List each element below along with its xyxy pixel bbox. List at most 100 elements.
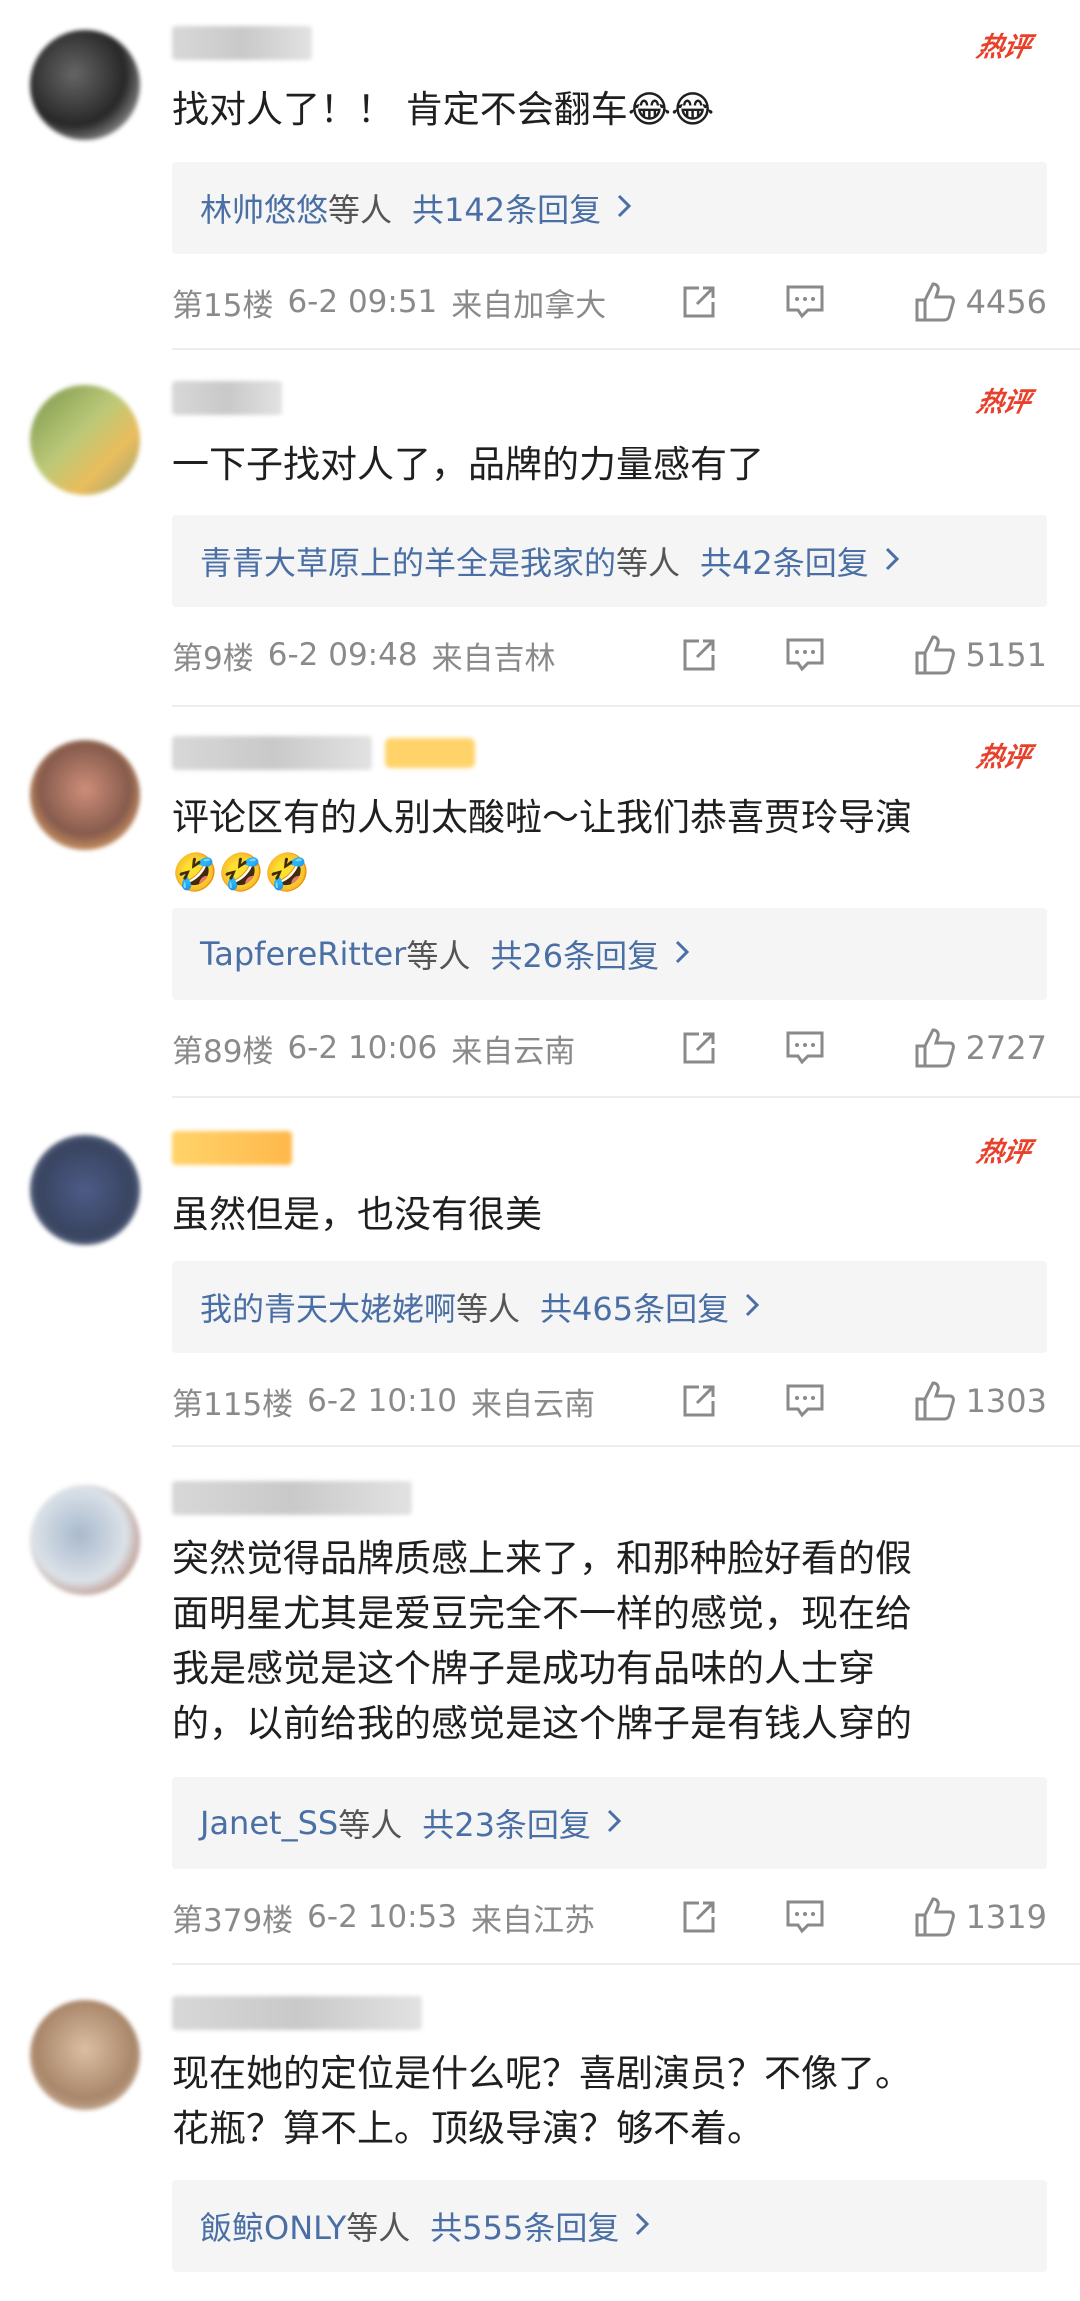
floor-number: 第89楼 <box>172 1033 274 1070</box>
comment-item: 突然觉得品牌质感上来了，和那种脸好看的假 面明星尤其是爱豆完全不一样的感觉，现在… <box>0 1455 1080 1965</box>
comment-list: 热评 找对人了！！ 肯定不会翻车😂😂 林帅悠悠 等人 共142条回复 第15楼 … <box>0 0 1080 2301</box>
comment-icon[interactable] <box>777 627 833 683</box>
username[interactable] <box>172 736 372 770</box>
avatar[interactable] <box>30 1135 140 1245</box>
username[interactable] <box>172 1481 412 1515</box>
like-count: 1319 <box>965 1898 1047 1936</box>
timestamp: 6-2 09:48 <box>267 637 418 673</box>
share-icon[interactable] <box>671 1020 727 1076</box>
location: 来自江苏 <box>471 1902 595 1939</box>
chevron-right-icon <box>673 935 691 973</box>
username[interactable] <box>172 1131 292 1165</box>
reply-users: 我的青天大姥姥啊 <box>200 1290 457 1328</box>
avatar[interactable] <box>30 2000 140 2110</box>
comment-meta: 第89楼 6-2 10:06 来自云南 2727 <box>172 1018 1047 1078</box>
reply-users: TapfereRitter <box>200 935 407 973</box>
replies-link[interactable]: 林帅悠悠 等人 共142条回复 <box>172 162 1047 254</box>
reply-count: 共142条回复 <box>412 191 602 229</box>
hot-badge: 热评 <box>974 1136 1033 1168</box>
username[interactable] <box>172 1996 422 2030</box>
chevron-right-icon <box>633 2207 651 2245</box>
reply-users: Janet_SS <box>200 1804 339 1842</box>
reply-count: 共26条回复 <box>490 937 660 975</box>
comment-text: 一下子找对人了，品牌的力量感有了 <box>172 443 764 486</box>
divider <box>172 1445 1080 1447</box>
share-icon[interactable] <box>671 1373 727 1429</box>
divider <box>172 1096 1080 1098</box>
avatar[interactable] <box>30 30 140 140</box>
avatar[interactable] <box>30 1485 140 1595</box>
share-icon[interactable] <box>671 274 727 330</box>
replies-link[interactable]: 青青大草原上的羊全是我家的 等人 共42条回复 <box>172 515 1047 607</box>
timestamp: 6-2 10:06 <box>287 1030 438 1066</box>
username[interactable] <box>172 381 282 415</box>
replies-link[interactable]: TapfereRitter 等人 共26条回复 <box>172 908 1047 1000</box>
hot-badge: 热评 <box>974 31 1033 63</box>
reply-count: 共465条回复 <box>540 1290 730 1328</box>
reply-suffix: 等人 <box>346 2209 411 2247</box>
reply-suffix: 等人 <box>328 191 393 229</box>
reply-users: 青青大草原上的羊全是我家的 <box>200 544 617 582</box>
timestamp: 6-2 10:53 <box>307 1899 457 1935</box>
like-count: 1303 <box>965 1382 1047 1420</box>
comment-text: 突然觉得品牌质感上来了，和那种脸好看的假 面明星尤其是爱豆完全不一样的感觉，现在… <box>172 1537 912 1745</box>
comment-icon[interactable] <box>777 1373 833 1429</box>
divider <box>172 705 1080 707</box>
thumbs-up-icon[interactable] <box>907 627 963 683</box>
comment-icon[interactable] <box>777 1889 833 1945</box>
comment-meta: 第379楼 6-2 10:53 来自江苏 1319 <box>172 1887 1047 1947</box>
timestamp: 6-2 09:51 <box>287 284 438 320</box>
like-count: 5151 <box>965 636 1047 674</box>
replies-link[interactable]: Janet_SS 等人 共23条回复 <box>172 1777 1047 1869</box>
location: 来自云南 <box>471 1386 595 1423</box>
divider <box>172 348 1080 350</box>
like-count: 2727 <box>965 1029 1047 1067</box>
reply-suffix: 等人 <box>338 1806 403 1844</box>
reply-suffix: 等人 <box>456 1290 521 1328</box>
thumbs-up-icon[interactable] <box>907 274 963 330</box>
comment-meta: 第115楼 6-2 10:10 来自云南 1303 <box>172 1371 1047 1431</box>
comment-text: 虽然但是，也没有很美 <box>172 1193 542 1236</box>
username[interactable] <box>172 26 312 60</box>
thumbs-up-icon[interactable] <box>907 1373 963 1429</box>
floor-number: 第379楼 <box>172 1902 294 1939</box>
reply-count: 共42条回复 <box>700 544 869 582</box>
floor-number: 第15楼 <box>172 287 274 324</box>
timestamp: 6-2 10:10 <box>307 1383 457 1419</box>
share-icon[interactable] <box>671 627 727 683</box>
replies-link[interactable]: 飯鲸ONLY 等人 共555条回复 <box>172 2180 1047 2272</box>
reply-users: 飯鲸ONLY <box>200 2209 347 2247</box>
comment-icon[interactable] <box>777 274 833 330</box>
hot-badge: 热评 <box>974 741 1033 773</box>
comment-item: 热评 一下子找对人了，品牌的力量感有了 青青大草原上的羊全是我家的 等人 共42… <box>0 355 1080 707</box>
comment-item: 现在她的定位是什么呢？喜剧演员？不像了。 花瓶？算不上。顶级导演？够不着。 飯鲸… <box>0 1970 1080 2301</box>
chevron-right-icon <box>883 542 901 580</box>
share-icon[interactable] <box>671 1889 727 1945</box>
comment-item: 热评 评论区有的人别太酸啦～让我们恭喜贾玲导演 🤣🤣🤣 TapfereRitte… <box>0 710 1080 1100</box>
comment-item: 热评 虽然但是，也没有很美 我的青天大姥姥啊 等人 共465条回复 第115楼 … <box>0 1105 1080 1450</box>
user-badge <box>385 738 475 768</box>
comment-icon[interactable] <box>777 1020 833 1076</box>
chevron-right-icon <box>743 1288 761 1326</box>
comment-item: 热评 找对人了！！ 肯定不会翻车😂😂 林帅悠悠 等人 共142条回复 第15楼 … <box>0 0 1080 350</box>
reply-count: 共23条回复 <box>422 1806 591 1844</box>
location: 来自吉林 <box>431 640 556 677</box>
comment-text: 现在她的定位是什么呢？喜剧演员？不像了。 花瓶？算不上。顶级导演？够不着。 <box>172 2052 912 2150</box>
location: 来自云南 <box>451 1033 576 1070</box>
avatar[interactable] <box>30 385 140 495</box>
chevron-right-icon <box>605 1804 623 1842</box>
reply-suffix: 等人 <box>616 544 681 582</box>
replies-link[interactable]: 我的青天大姥姥啊 等人 共465条回复 <box>172 1261 1047 1353</box>
divider <box>172 1963 1080 1965</box>
floor-number: 第115楼 <box>172 1386 294 1423</box>
location: 来自加拿大 <box>451 287 607 324</box>
avatar[interactable] <box>30 740 140 850</box>
comment-meta: 第9楼 6-2 09:48 来自吉林 5151 <box>172 625 1047 685</box>
reply-suffix: 等人 <box>406 937 471 975</box>
thumbs-up-icon[interactable] <box>907 1889 963 1945</box>
hot-badge: 热评 <box>974 386 1033 418</box>
comment-text: 评论区有的人别太酸啦～让我们恭喜贾玲导演 🤣🤣🤣 <box>172 796 912 894</box>
comment-meta: 第15楼 6-2 09:51 来自加拿大 4456 <box>172 272 1047 332</box>
thumbs-up-icon[interactable] <box>907 1020 963 1076</box>
reply-users: 林帅悠悠 <box>200 191 329 229</box>
